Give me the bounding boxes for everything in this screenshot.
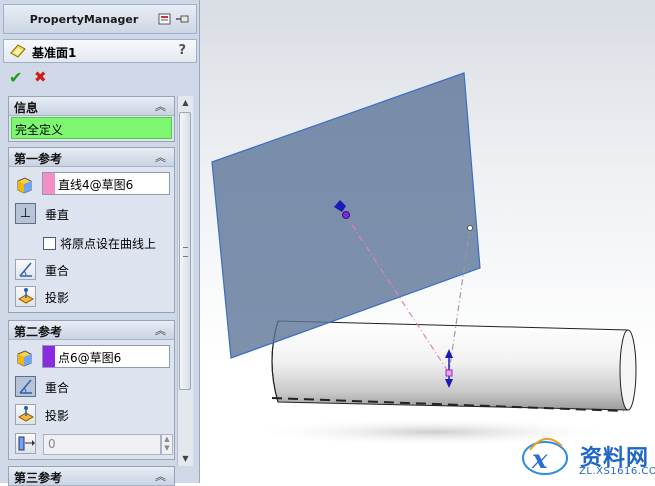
coincident-option[interactable]: 重合 bbox=[9, 375, 174, 399]
status-message: 完全定义 bbox=[11, 117, 172, 139]
collapse-icon[interactable]: ︽ bbox=[155, 98, 166, 114]
feature-header: 基准面1 ? bbox=[3, 39, 197, 63]
info-group-title: 信息 bbox=[14, 101, 39, 115]
coincident-label: 重合 bbox=[45, 381, 70, 395]
help-icon[interactable]: ? bbox=[178, 43, 186, 58]
perpendicular-option[interactable]: ⊥ 垂直 bbox=[9, 202, 174, 226]
origin-on-curve-option[interactable]: 将原点设在曲线上 bbox=[43, 234, 173, 252]
panel-scrollbar[interactable]: ▲ ▼ bbox=[177, 96, 193, 466]
project-option[interactable]: 投影 bbox=[9, 403, 174, 427]
scroll-up-arrow[interactable]: ▲ bbox=[178, 96, 193, 110]
distance-spinner[interactable]: ▲ ▼ bbox=[161, 434, 173, 455]
third-reference-title: 第三参考 bbox=[14, 471, 63, 485]
origin-on-curve-label: 将原点设在曲线上 bbox=[60, 237, 157, 251]
project-icon[interactable] bbox=[15, 286, 36, 307]
coincident-icon[interactable] bbox=[15, 259, 36, 280]
distance-value: 0 bbox=[48, 437, 56, 451]
info-group-header[interactable]: 信息 ︽ bbox=[9, 97, 174, 116]
collapse-icon[interactable]: ︽ bbox=[155, 322, 166, 338]
scroll-thumb[interactable] bbox=[179, 112, 191, 390]
property-manager-tab[interactable]: PropertyManager bbox=[3, 4, 197, 34]
scroll-down-arrow[interactable]: ▼ bbox=[178, 452, 193, 466]
project-label: 投影 bbox=[45, 291, 70, 305]
second-reference-title: 第二参考 bbox=[14, 325, 63, 339]
cancel-button[interactable]: ✖ bbox=[34, 68, 47, 86]
second-reference-header[interactable]: 第二参考 ︽ bbox=[9, 321, 174, 340]
second-reference-row: 点6@草图6 bbox=[9, 344, 174, 370]
graphics-area[interactable]: x 资料网 ZL.XS1616.COM bbox=[200, 0, 655, 483]
reference-cube-icon bbox=[15, 175, 34, 194]
third-reference-header[interactable]: 第三参考 ︽ bbox=[9, 467, 174, 486]
distance-icon[interactable] bbox=[15, 433, 36, 454]
project-label: 投影 bbox=[45, 409, 70, 423]
distance-input[interactable]: 0 bbox=[43, 434, 161, 455]
ok-button[interactable]: ✔ bbox=[9, 68, 22, 87]
coincident-label: 重合 bbox=[45, 264, 70, 278]
second-reference-selection: 点6@草图6 bbox=[58, 351, 122, 365]
info-group: 信息 ︽ 完全定义 bbox=[8, 96, 175, 142]
watermark-logo: x bbox=[522, 438, 568, 475]
origin-on-curve-checkbox[interactable] bbox=[43, 237, 56, 250]
perpendicular-label: 垂直 bbox=[45, 208, 70, 222]
first-reference-group: 第一参考 ︽ 直线4@草图6 ⊥ 垂直 将原点设在曲线上 重合 投影 bbox=[8, 147, 175, 313]
first-reference-header[interactable]: 第一参考 ︽ bbox=[9, 148, 174, 167]
svg-text:x: x bbox=[531, 445, 548, 475]
project-icon[interactable] bbox=[15, 404, 36, 425]
coincident-option[interactable]: 重合 bbox=[9, 258, 174, 282]
watermark-url: ZL.XS1616.COM bbox=[579, 466, 655, 477]
property-manager-panel: PropertyManager 基准面1 ? ✔ ✖ 信息 ︽ 完全定义 第一参 bbox=[0, 0, 200, 486]
first-reference-title: 第一参考 bbox=[14, 152, 63, 166]
pin-icon[interactable] bbox=[175, 12, 190, 26]
sketch-endpoint bbox=[467, 225, 473, 231]
project-option[interactable]: 投影 bbox=[9, 285, 174, 309]
selection-color-swatch bbox=[43, 173, 55, 194]
tube-shadow bbox=[250, 418, 620, 446]
first-reference-row: 直线4@草图6 bbox=[9, 171, 174, 197]
third-reference-group: 第三参考 ︽ bbox=[8, 466, 175, 486]
first-reference-selection: 直线4@草图6 bbox=[58, 178, 134, 192]
first-reference-selection-box[interactable]: 直线4@草图6 bbox=[42, 172, 170, 195]
coincident-icon[interactable] bbox=[15, 376, 36, 397]
expand-icon[interactable] bbox=[158, 12, 173, 26]
feature-name: 基准面1 bbox=[32, 46, 77, 60]
plane-feature-icon bbox=[10, 44, 26, 58]
collapse-icon[interactable]: ︽ bbox=[155, 149, 166, 165]
selection-color-swatch bbox=[43, 346, 55, 367]
second-reference-group: 第二参考 ︽ 点6@草图6 重合 投影 0 ▲ ▼ bbox=[8, 320, 175, 460]
second-reference-selection-box[interactable]: 点6@草图6 bbox=[42, 345, 170, 368]
perpendicular-icon[interactable]: ⊥ bbox=[15, 203, 36, 224]
collapse-icon[interactable]: ︽ bbox=[155, 468, 166, 484]
property-manager-title: PropertyManager bbox=[29, 13, 139, 26]
reference-cube-icon bbox=[15, 348, 34, 367]
